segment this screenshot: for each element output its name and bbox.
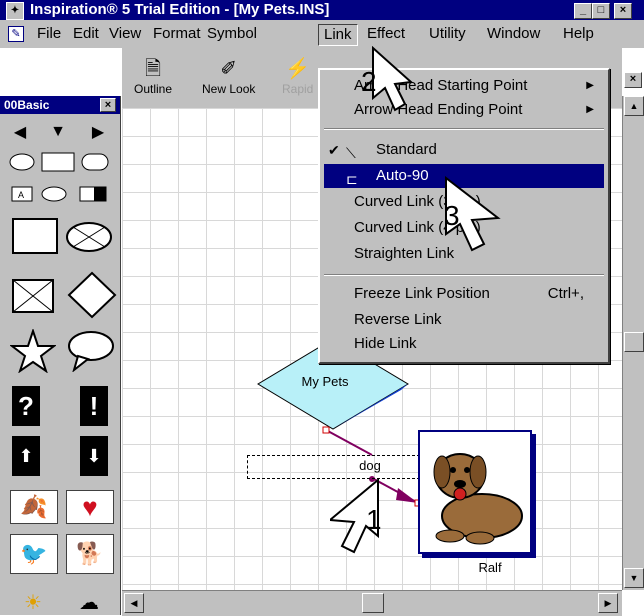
auto-90-link-icon: ⊏ (346, 171, 358, 187)
menu-item-standard[interactable]: ✔ ⟍ Standard (324, 138, 604, 162)
callout-number-3: 3 (444, 200, 460, 231)
menu-item-shortcut: Ctrl+, (547, 285, 584, 302)
menu-separator (324, 128, 604, 130)
pet-symbol-box[interactable] (418, 430, 532, 554)
vertical-scroll-thumb[interactable] (624, 332, 644, 352)
checkmark-icon: ✔ (328, 142, 340, 158)
menu-item-label: Auto-90 (376, 167, 429, 184)
horizontal-scrollbar[interactable]: ◀ ▶ (122, 590, 622, 616)
menu-item-label: Standard (376, 141, 437, 158)
submenu-arrow-icon: ▶ (586, 80, 594, 91)
cursor-callout-3 (445, 176, 501, 252)
scroll-left-button[interactable]: ◀ (124, 593, 144, 613)
pet-name-label[interactable]: Ralf (470, 560, 510, 575)
callout-number-1: 1 (366, 504, 382, 535)
link-label[interactable]: dog (350, 458, 390, 473)
menu-separator (324, 274, 604, 276)
menu-item-reverse[interactable]: Reverse Link (324, 308, 604, 332)
menu-item-label: Freeze Link Position (354, 285, 490, 302)
scroll-down-button[interactable]: ▼ (624, 568, 644, 588)
standard-link-icon: ⟍ (346, 145, 356, 161)
main-topic-label[interactable]: My Pets (270, 374, 380, 389)
dog-picture-icon (433, 453, 523, 545)
vertical-scrollbar[interactable]: ▲ ▼ (622, 96, 644, 590)
menu-item-freeze[interactable]: Freeze Link Position Ctrl+, (324, 282, 604, 306)
scroll-up-button[interactable]: ▲ (624, 96, 644, 116)
menu-item-label: Hide Link (354, 335, 417, 352)
submenu-arrow-icon: ▶ (586, 104, 594, 115)
scroll-right-button[interactable]: ▶ (598, 593, 618, 613)
callout-number-2: 2 (361, 66, 377, 97)
horizontal-scroll-thumb[interactable] (362, 593, 384, 613)
menu-item-hide[interactable]: Hide Link (324, 332, 604, 356)
menu-item-label: Reverse Link (354, 311, 442, 328)
